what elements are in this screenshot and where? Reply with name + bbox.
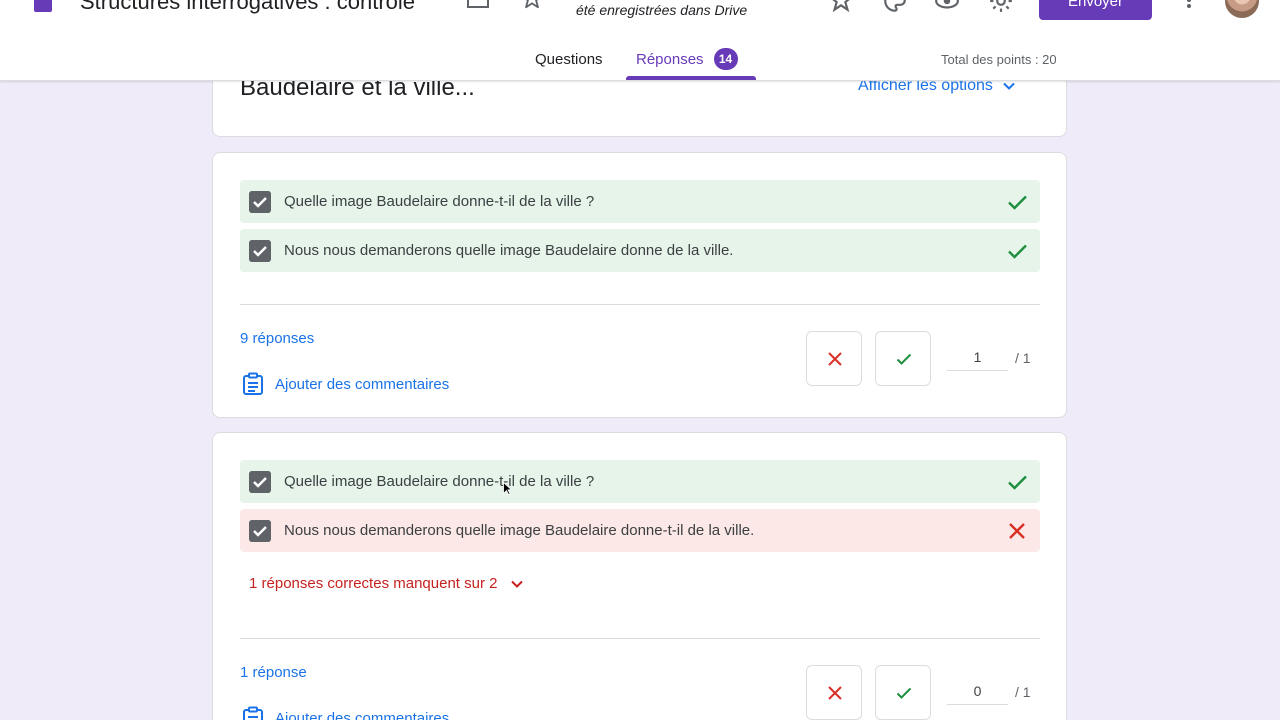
more-vert-icon[interactable] xyxy=(1186,0,1192,8)
response-count-link[interactable]: 9 réponses xyxy=(240,330,314,347)
missing-answers-toggle[interactable]: 1 réponses correctes manquent sur 2 xyxy=(249,575,524,592)
chevron-down-icon xyxy=(511,580,524,588)
mouse-cursor-icon xyxy=(503,482,511,495)
correct-check-icon xyxy=(1008,475,1027,490)
tab-responses[interactable]: Réponses 14 xyxy=(626,40,756,80)
close-icon xyxy=(828,686,842,700)
palette-icon[interactable] xyxy=(882,0,908,14)
score-input[interactable]: 1 xyxy=(947,343,1008,371)
add-comments-label: Ajouter des commentaires xyxy=(275,376,450,393)
question-card: Quelle image Baudelaire donne-t-il de la… xyxy=(212,432,1067,720)
checkbox-checked-icon[interactable] xyxy=(249,520,271,542)
folder-icon[interactable] xyxy=(467,0,489,8)
correct-check-icon xyxy=(1008,244,1027,259)
responses-count-badge: 14 xyxy=(713,48,738,70)
form-title[interactable]: Structures interrogatives : contrôle xyxy=(80,0,415,16)
tab-questions[interactable]: Questions xyxy=(535,40,603,80)
answer-text: Quelle image Baudelaire donne-t-il de la… xyxy=(284,193,595,210)
close-icon xyxy=(828,352,842,366)
mark-incorrect-button[interactable] xyxy=(806,665,862,720)
answer-text: Quelle image Baudelaire donne-t-il de la… xyxy=(284,473,595,490)
active-tab-indicator xyxy=(626,76,756,80)
checkbox-checked-icon[interactable] xyxy=(249,191,271,213)
star-icon[interactable] xyxy=(521,0,543,10)
incorrect-x-icon xyxy=(1009,523,1025,539)
checkbox-checked-icon[interactable] xyxy=(249,471,271,493)
correct-check-icon xyxy=(1008,195,1027,210)
answer-option: Nous nous demanderons quelle image Baude… xyxy=(240,509,1040,552)
forms-app-icon[interactable] xyxy=(34,0,52,12)
missing-answers-label: 1 réponses correctes manquent sur 2 xyxy=(249,575,498,592)
question-card: Quelle image Baudelaire donne-t-il de la… xyxy=(212,152,1067,418)
app-header: Structures interrogatives : contrôle été… xyxy=(0,0,1280,81)
add-comments-label: Ajouter des commentaires xyxy=(275,710,450,720)
answer-text: Nous nous demanderons quelle image Baude… xyxy=(284,242,734,259)
mark-correct-button[interactable] xyxy=(875,665,931,720)
send-button[interactable]: Envoyer xyxy=(1039,0,1152,20)
clipboard-icon xyxy=(243,372,263,395)
save-status: été enregistrées dans Drive xyxy=(576,2,748,18)
answer-option: Quelle image Baudelaire donne-t-il de la… xyxy=(240,180,1040,223)
answer-text: Nous nous demanderons quelle image Baude… xyxy=(284,522,755,539)
mark-incorrect-button[interactable] xyxy=(806,331,862,386)
addons-icon[interactable] xyxy=(828,0,854,14)
preview-icon[interactable] xyxy=(934,0,960,14)
total-points: Total des points : 20 xyxy=(941,52,1057,67)
divider xyxy=(240,638,1040,639)
check-icon xyxy=(896,353,912,365)
settings-gear-icon[interactable] xyxy=(988,0,1014,14)
score-input[interactable]: 0 xyxy=(947,677,1008,705)
checkbox-checked-icon[interactable] xyxy=(249,240,271,262)
divider xyxy=(240,304,1040,305)
tab-responses-label: Réponses xyxy=(636,51,704,68)
clipboard-icon xyxy=(243,706,263,720)
answer-option: Quelle image Baudelaire donne-t-il de la… xyxy=(240,460,1040,503)
mark-correct-button[interactable] xyxy=(875,331,931,386)
answer-option: Nous nous demanderons quelle image Baude… xyxy=(240,229,1040,272)
chevron-down-icon xyxy=(1003,82,1015,90)
user-avatar[interactable] xyxy=(1225,0,1259,18)
check-icon xyxy=(896,687,912,699)
max-score: / 1 xyxy=(1015,350,1031,366)
max-score: / 1 xyxy=(1015,684,1031,700)
response-count-link[interactable]: 1 réponse xyxy=(240,664,307,681)
